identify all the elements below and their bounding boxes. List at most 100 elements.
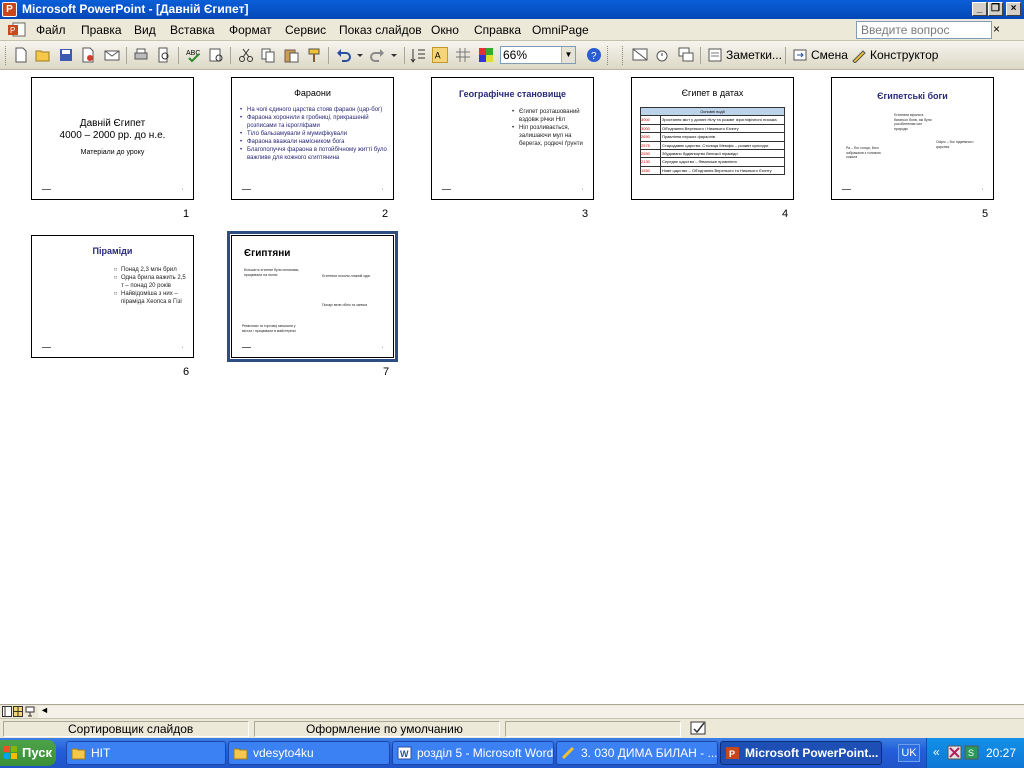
help-icon[interactable]: ? [586, 47, 602, 63]
menu-omnipage[interactable]: OmniPage [532, 23, 589, 37]
toolbar-grip[interactable] [622, 46, 625, 65]
menu-view[interactable]: Вид [134, 23, 156, 37]
transition-button[interactable]: Смена [811, 48, 848, 62]
slide-number-1: 1 [183, 208, 190, 220]
new-document-icon[interactable] [13, 47, 29, 63]
spelling-icon[interactable]: ABC [186, 47, 202, 63]
slide-thumbnail-7[interactable]: Єгиптяни Більшість єгиптян були селянами… [227, 231, 398, 362]
menu-help[interactable]: Справка [474, 23, 521, 37]
research-icon[interactable] [208, 47, 224, 63]
grid-icon[interactable] [455, 47, 471, 63]
slideshow-view-icon[interactable] [25, 706, 35, 717]
notes-button[interactable]: Заметки... [726, 48, 782, 62]
email-icon[interactable] [104, 47, 120, 63]
start-button[interactable]: Пуск [0, 740, 56, 766]
menu-bar: P Файл Правка Вид Вставка Формат Сервис … [0, 19, 1024, 41]
help-search-input[interactable]: Введите вопрос [856, 21, 992, 39]
slide-footer: ▬▬▬ [442, 187, 451, 191]
media-player-icon [561, 746, 575, 760]
taskbar-item-powerpoint[interactable]: P Microsoft PowerPoint... [720, 741, 882, 765]
table-row: 2575 Стародавнє царство. Столиця Мемфіс –… [641, 141, 784, 151]
document-icon[interactable]: P [7, 22, 27, 38]
redo-dropdown-icon[interactable] [386, 47, 402, 63]
undo-dropdown-icon[interactable] [352, 47, 368, 63]
show-formatting-icon[interactable]: A [432, 47, 448, 63]
open-folder-icon[interactable] [35, 47, 51, 63]
rehearse-timings-icon[interactable] [655, 47, 671, 63]
svg-text:P: P [729, 749, 735, 759]
print-preview-icon[interactable] [156, 47, 172, 63]
cut-icon[interactable] [238, 47, 254, 63]
copy-icon[interactable] [260, 47, 276, 63]
taskbar-item-vdesyto4ku[interactable]: vdesyto4ku [228, 741, 390, 765]
close-button[interactable]: × [1006, 2, 1021, 16]
notes-icon[interactable] [707, 47, 723, 63]
menu-slideshow[interactable]: Показ слайдов [339, 23, 422, 37]
horizontal-scrollbar[interactable]: ◄ [38, 705, 1024, 718]
table-row: 3000 Зростання міст у долині Нілу та розк… [641, 116, 784, 125]
tray-expand-icon[interactable]: « [933, 745, 940, 759]
normal-view-icon[interactable] [2, 706, 12, 717]
language-indicator[interactable]: UK [898, 744, 920, 762]
design-icon[interactable] [851, 47, 867, 63]
permission-icon[interactable] [80, 47, 96, 63]
slide-page-number: ▪ [181, 345, 183, 349]
powerpoint-app-icon[interactable]: P [2, 2, 17, 17]
slide-thumbnail-1[interactable]: Давній Єгипет 4000 – 2000 рр. до н.е. Ма… [31, 77, 194, 200]
menu-insert[interactable]: Вставка [170, 23, 215, 37]
color-grayscale-icon[interactable] [478, 47, 494, 63]
slide-sorter-view-icon[interactable] [13, 706, 23, 717]
minimize-button[interactable]: _ [972, 2, 987, 16]
close-document-icon[interactable]: × [993, 22, 1000, 36]
taskbar-item-media[interactable]: 3. 030 ДИМА БИЛАН - ... [556, 741, 718, 765]
spelling-status-icon[interactable] [690, 721, 708, 736]
design-button[interactable]: Конструктор [870, 48, 938, 62]
status-empty-cell [505, 721, 681, 737]
slide-thumbnail-6[interactable]: Піраміди Понад 2,3 млн брил Одна брила в… [31, 235, 194, 358]
format-painter-icon[interactable] [306, 47, 322, 63]
table-cell-year: 3000 [641, 116, 661, 124]
slide-thumbnail-5[interactable]: Єгипетські боги Єгиптяни вірили в багать… [831, 77, 994, 200]
summary-slide-icon[interactable] [678, 47, 694, 63]
transition-icon[interactable] [792, 47, 808, 63]
menu-format[interactable]: Формат [229, 23, 272, 37]
hide-slide-icon[interactable] [632, 47, 648, 63]
slide-4-title: Єгипет в датах [681, 88, 744, 98]
taskbar-item-label: vdesyto4ku [253, 746, 314, 760]
taskbar-item-hit[interactable]: HIT [66, 741, 226, 765]
toolbar-separator [785, 47, 786, 64]
menu-file[interactable]: Файл [36, 23, 66, 37]
expand-all-icon[interactable] [410, 47, 426, 63]
tray-network-icon[interactable]: S [964, 745, 979, 760]
maximize-button[interactable]: ❐ [988, 2, 1003, 16]
menu-tools[interactable]: Сервис [285, 23, 326, 37]
save-icon[interactable] [58, 47, 74, 63]
zoom-dropdown-icon[interactable]: ▼ [561, 47, 575, 63]
taskbar-item-word[interactable]: W розділ 5 - Microsoft Word [392, 741, 554, 765]
tray-app-icon[interactable] [947, 745, 962, 760]
table-row: 2550 Збудовано будівництво Великої пірамі… [641, 150, 784, 159]
toolbar-grip[interactable] [5, 46, 8, 65]
toolbar-overflow-icon[interactable] [607, 46, 610, 65]
slide-sorter-area: Давній Єгипет 4000 – 2000 рр. до н.е. Ма… [0, 70, 1024, 704]
slide-thumbnail-3[interactable]: Географічне становище Єгипет розташовани… [431, 77, 594, 200]
print-icon[interactable] [133, 47, 149, 63]
slide-1-subtitle: 4000 – 2000 рр. до н.е. [59, 130, 166, 141]
clock[interactable]: 20:27 [986, 746, 1016, 760]
paste-icon[interactable] [283, 47, 299, 63]
scroll-left-icon[interactable]: ◄ [40, 705, 49, 715]
table-cell-event: Середнє царство – Фіванське правління [662, 159, 737, 165]
slide-thumbnail-2[interactable]: Фараони На чолі єдиного царства стояв фа… [231, 77, 394, 200]
menu-edit[interactable]: Правка [81, 23, 122, 37]
slide-number-6: 6 [183, 366, 190, 378]
redo-icon[interactable] [369, 47, 385, 63]
slide-footer: ▬▬▬ [842, 187, 851, 191]
slide-7-text-3: Писарі вели облік та записи [322, 303, 368, 307]
svg-text:P: P [10, 26, 15, 35]
taskbar-item-label: HIT [91, 746, 111, 760]
zoom-select[interactable]: 66% ▼ [500, 46, 576, 64]
slide-thumbnail-4[interactable]: Єгипет в датах Основні події 3000 Зростан… [631, 77, 794, 200]
table-row: 2130 Середнє царство – Фіванське правлінн… [641, 158, 784, 167]
undo-icon[interactable] [336, 47, 352, 63]
menu-window[interactable]: Окно [431, 23, 459, 37]
